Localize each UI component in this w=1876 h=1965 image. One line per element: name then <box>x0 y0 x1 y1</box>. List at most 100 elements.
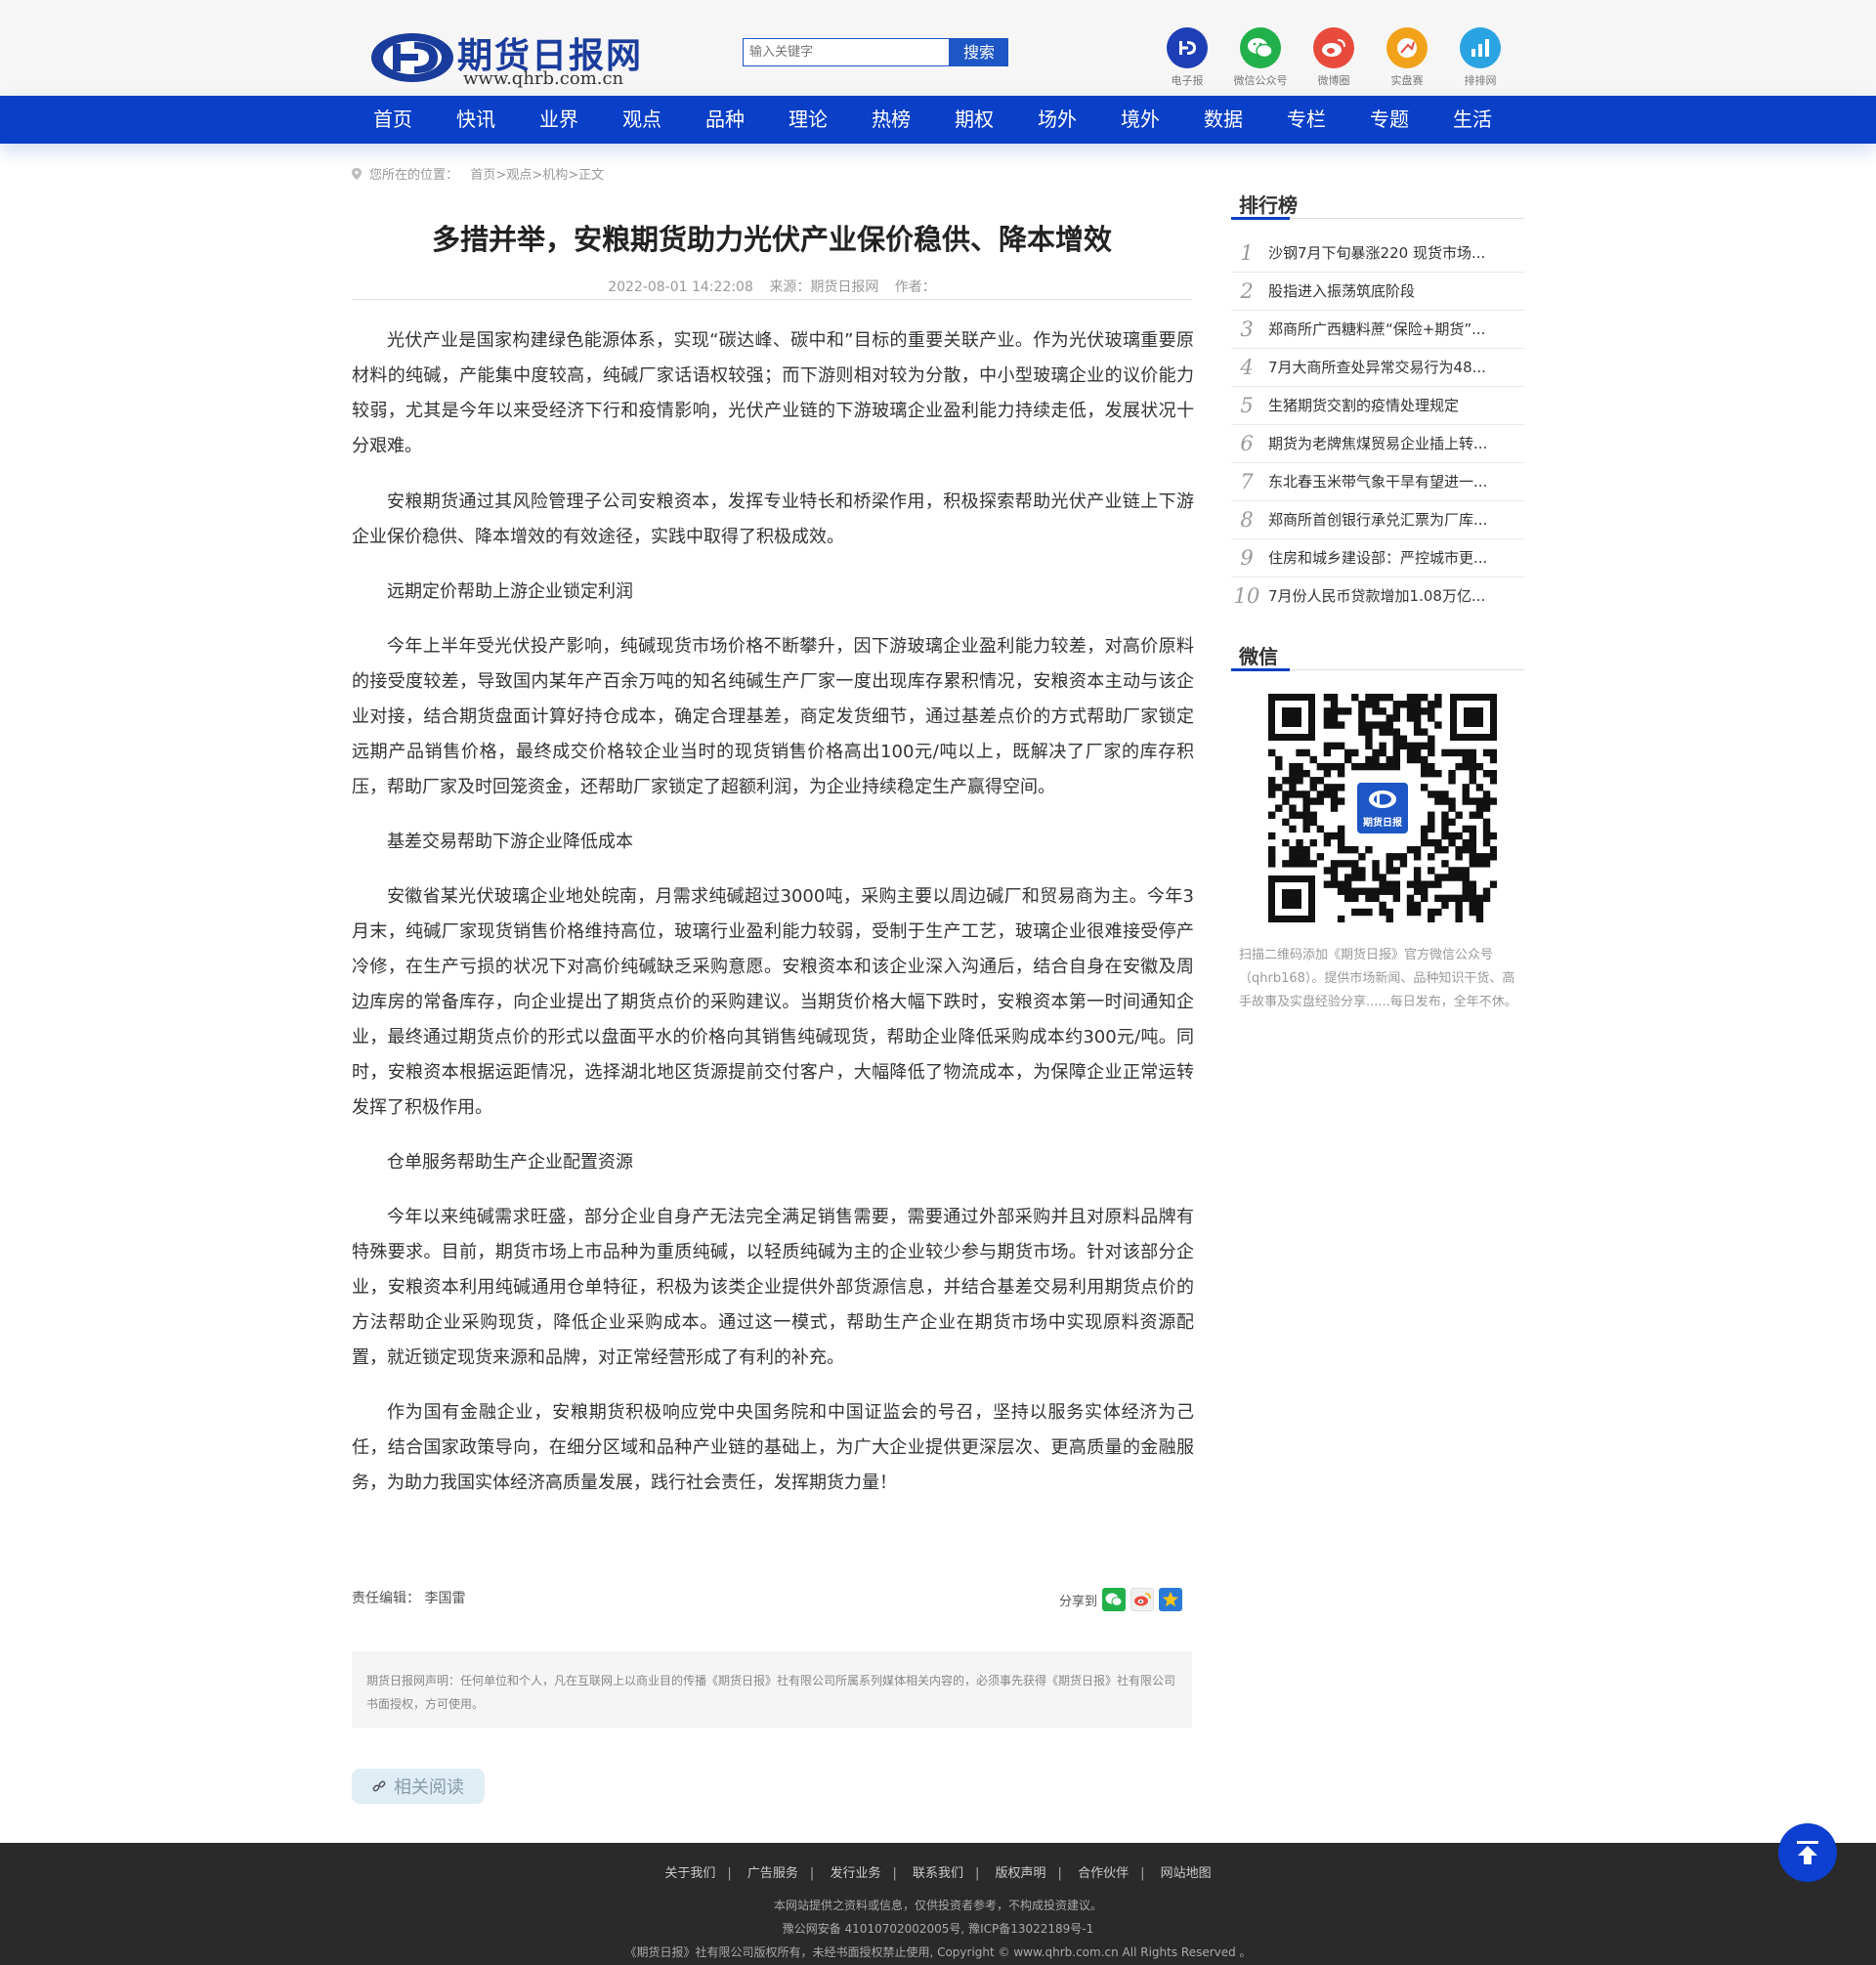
e-paper-link[interactable]: 电子报 <box>1150 27 1224 88</box>
wechat-icon <box>1240 27 1281 68</box>
rank-item[interactable]: 5 生猪期货交割的疫情处理规定 <box>1231 387 1524 425</box>
footer-link-ads[interactable]: 广告服务 <box>747 1866 798 1881</box>
rank-link[interactable]: 7月大商所查处异常交易行为48... <box>1268 349 1513 386</box>
rank-item[interactable]: 2 股指进入振荡筑底阶段 <box>1231 273 1524 311</box>
footer-link-copyright[interactable]: 版权声明 <box>996 1866 1046 1881</box>
rank-link[interactable]: 郑商所广西糖料蔗“保险+期货”... <box>1268 311 1513 348</box>
nav-item-data[interactable]: 数据 <box>1204 96 1243 144</box>
nav-item-overseas[interactable]: 境外 <box>1121 96 1160 144</box>
separator: | <box>1140 1866 1145 1881</box>
trophy-icon <box>1386 27 1428 68</box>
article-subheading: 仓单服务帮助生产企业配置资源 <box>387 1152 633 1173</box>
article-paragraph: 安粮期货通过其风险管理子公司安粮资本，发挥专业特长和桥梁作用，积极探索帮助光伏产… <box>352 491 1194 547</box>
rank-item[interactable]: 10 7月份人民币贷款增加1.08万亿... <box>1231 577 1524 616</box>
nav-item-theory[interactable]: 理论 <box>789 96 828 144</box>
nav-item-views[interactable]: 观点 <box>622 96 661 144</box>
rank-number: 2 <box>1240 279 1254 303</box>
rank-item[interactable]: 9 住房和城乡建设部：严控城市更... <box>1231 539 1524 577</box>
back-to-top-button[interactable] <box>1778 1823 1837 1882</box>
weibo-icon[interactable] <box>1130 1588 1155 1611</box>
nav-item-columns[interactable]: 专栏 <box>1287 96 1326 144</box>
rank-number: 10 <box>1233 584 1260 608</box>
nav-item-industry[interactable]: 业界 <box>539 96 578 144</box>
rank-item[interactable]: 6 期货为老牌焦煤贸易企业插上转... <box>1231 425 1524 463</box>
rank-link[interactable]: 股指进入振荡筑底阶段 <box>1268 273 1513 310</box>
nav-item-home[interactable]: 首页 <box>373 96 412 144</box>
header-accent-bar <box>1231 668 1290 671</box>
breadcrumb-prefix: 您所在的位置： <box>369 168 459 183</box>
rank-link[interactable]: 生猪期货交割的疫情处理规定 <box>1268 387 1513 424</box>
wechat-header: 微信 <box>1231 643 1524 671</box>
separator: | <box>727 1866 732 1881</box>
separator: | <box>809 1866 815 1881</box>
responsible-editor: 责任编辑： 李国雷 <box>352 1591 466 1606</box>
nav-item-varieties[interactable]: 品种 <box>705 96 745 144</box>
nav-item-options[interactable]: 期权 <box>955 96 994 144</box>
paipai-link[interactable]: 排排网 <box>1443 27 1517 88</box>
footer-link-contact[interactable]: 联系我们 <box>913 1866 963 1881</box>
article-paragraph: 安徽省某光伏玻璃企业地处皖南，月需求纯碱超过3000吨，采购主要以周边碱厂和贸易… <box>352 886 1194 1118</box>
rank-item[interactable]: 4 7月大商所查处异常交易行为48... <box>1231 349 1524 387</box>
rank-number: 4 <box>1240 356 1254 379</box>
site-logo[interactable]: 期货日报网 www.qhrb.com.cn <box>369 25 641 92</box>
footer-link-distribution[interactable]: 发行业务 <box>830 1866 880 1881</box>
footer-link-partners[interactable]: 合作伙伴 <box>1078 1866 1129 1881</box>
footer-link-about[interactable]: 关于我们 <box>664 1866 715 1881</box>
arrow-up-icon <box>1797 1841 1818 1864</box>
rank-header: 排行榜 <box>1231 192 1524 220</box>
rank-title: 排行榜 <box>1239 193 1298 217</box>
location-pin-icon <box>352 168 362 180</box>
rank-link[interactable]: 沙钢7月下旬暴涨220 现货市场... <box>1268 235 1513 272</box>
nav-item-topics[interactable]: 专题 <box>1370 96 1409 144</box>
search-input[interactable] <box>743 38 950 66</box>
nav-item-flash[interactable]: 快讯 <box>456 96 495 144</box>
rank-item[interactable]: 8 郑商所首创银行承兑汇票为厂库... <box>1231 501 1524 539</box>
main-nav: 首页 快讯 业界 观点 品种 理论 热榜 期权 场外 境外 数据 专栏 专题 生… <box>0 96 1876 144</box>
related-reading-tab[interactable]: 相关阅读 <box>352 1769 485 1804</box>
wechat-title: 微信 <box>1239 645 1278 668</box>
share-label: 分享到 <box>1059 1594 1098 1609</box>
rank-link[interactable]: 郑商所首创银行承兑汇票为厂库... <box>1268 501 1513 538</box>
separator: | <box>892 1866 897 1881</box>
rank-number: 8 <box>1240 508 1254 532</box>
article-paragraph: 今年以来纯碱需求旺盛，部分企业自身产无法完全满足销售需要，需要通过外部采购并且对… <box>352 1207 1194 1368</box>
header-accent-bar <box>1231 217 1290 220</box>
breadcrumb-path[interactable]: 首页>观点>机构>正文 <box>470 168 604 183</box>
rank-number: 5 <box>1240 394 1254 417</box>
divider <box>352 299 1192 300</box>
rank-link[interactable]: 东北春玉米带气象干旱有望进一... <box>1268 463 1513 500</box>
article-paragraph: 光伏产业是国家构建绿色能源体系，实现“碳达峰、碳中和”目标的重要关联产业。作为光… <box>352 330 1194 456</box>
breadcrumb: 您所在的位置： 首页>观点>机构>正文 <box>352 164 604 183</box>
rank-item[interactable]: 7 东北春玉米带气象干旱有望进一... <box>1231 463 1524 501</box>
contest-link[interactable]: 实盘赛 <box>1370 27 1444 88</box>
article-date: 2022-08-01 14:22:08 <box>608 279 753 295</box>
icon-label: 排排网 <box>1464 74 1497 87</box>
copyright-notice: 期货日报网声明：任何单位和个人，凡在互联网上以商业目的传播《期货日报》社有限公司… <box>352 1651 1192 1728</box>
nav-item-life[interactable]: 生活 <box>1453 96 1492 144</box>
hd-logo-icon <box>1167 27 1208 68</box>
rank-link[interactable]: 住房和城乡建设部：严控城市更... <box>1268 539 1513 577</box>
search-button[interactable]: 搜索 <box>950 38 1008 66</box>
weibo-link[interactable]: 微博圈 <box>1297 27 1371 88</box>
nav-item-otc[interactable]: 场外 <box>1038 96 1077 144</box>
wechat-icon[interactable] <box>1102 1588 1127 1611</box>
article-source: 来源：期货日报网 <box>769 279 879 295</box>
footer-link-sitemap[interactable]: 网站地图 <box>1161 1866 1212 1881</box>
link-icon <box>372 1780 386 1792</box>
rank-link[interactable]: 7月份人民币贷款增加1.08万亿... <box>1268 577 1513 615</box>
rank-number: 6 <box>1240 432 1254 455</box>
hd-logo-icon <box>371 33 453 82</box>
rank-item[interactable]: 3 郑商所广西糖料蔗“保险+期货”... <box>1231 311 1524 349</box>
rank-number: 1 <box>1240 241 1254 265</box>
footer-icp: 豫公网安备 41010702002005号, 豫ICP备13022189号-1 <box>782 1922 1094 1936</box>
article-paragraph: 今年上半年受光伏投产影响，纯碱现货市场价格不断攀升，因下游玻璃企业盈利能力较差，… <box>352 636 1194 797</box>
bar-chart-icon <box>1460 27 1501 68</box>
article-title: 多措并举，安粮期货助力光伏产业保价稳供、降本增效 <box>431 223 1112 256</box>
rank-link[interactable]: 期货为老牌焦煤贸易企业插上转... <box>1268 425 1513 462</box>
qzone-star-icon[interactable] <box>1159 1588 1183 1611</box>
rank-item[interactable]: 1 沙钢7月下旬暴涨220 现货市场... <box>1231 235 1524 273</box>
wechat-link[interactable]: 微信公众号 <box>1223 27 1298 88</box>
nav-item-hot[interactable]: 热榜 <box>872 96 911 144</box>
article-meta: 2022-08-01 14:22:08 来源：期货日报网 作者： <box>352 277 1192 296</box>
weibo-icon <box>1313 27 1354 68</box>
